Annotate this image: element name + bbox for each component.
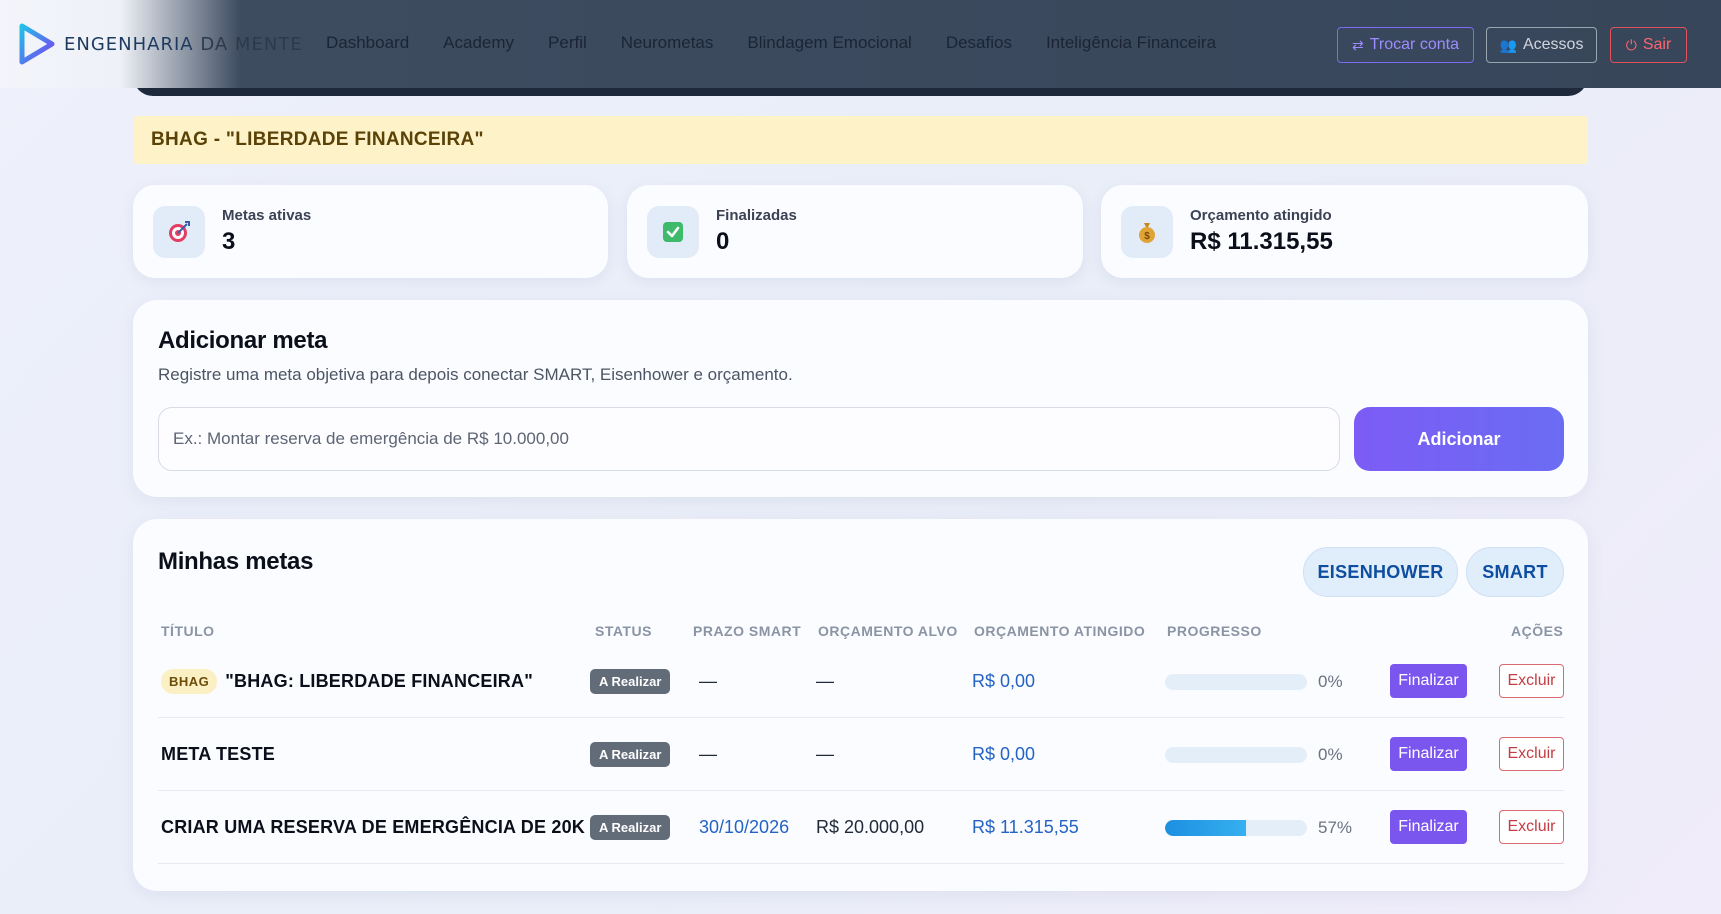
logout-label: Sair <box>1642 36 1672 53</box>
stat-label: Orçamento atingido <box>1190 207 1332 224</box>
users-icon: 👥 <box>1499 36 1517 53</box>
stat-card-budget-reached: $ Orçamento atingido R$ 11.315,55 <box>1101 185 1588 278</box>
column-header-actions: AÇÕES <box>1511 623 1564 639</box>
progress-bar <box>1165 746 1307 763</box>
stat-value: 0 <box>716 228 730 255</box>
add-goal-button[interactable]: Adicionar <box>1354 407 1564 471</box>
progress-bar <box>1165 819 1307 836</box>
reached-budget: R$ 11.315,55 <box>972 817 1079 837</box>
svg-text:$: $ <box>1144 231 1150 242</box>
brand-name: ENGENHARIA DA MENTE <box>64 33 303 55</box>
stat-label: Metas ativas <box>222 207 312 224</box>
money-bag-icon: $ <box>1121 205 1173 258</box>
smart-deadline: — <box>699 671 717 691</box>
progress-percent: 0% <box>1318 744 1343 764</box>
goal-title-cell: BHAG "BHAG: LIBERDADE FINANCEIRA" <box>161 645 533 718</box>
progress-percent: 57% <box>1318 817 1353 837</box>
status-cell: A Realizar <box>590 791 671 864</box>
brand[interactable]: ENGENHARIA DA MENTE <box>16 22 303 66</box>
finalize-button[interactable]: Finalizar <box>1390 664 1467 698</box>
add-goal-card: Adicionar meta Registre uma meta objetiv… <box>133 300 1588 497</box>
nav-neurometas[interactable]: Neurometas <box>621 33 714 53</box>
smart-deadline[interactable]: 30/10/2026 <box>699 791 789 864</box>
swap-icon: ⇄ <box>1352 36 1364 53</box>
add-goal-subtitle: Registre uma meta objetiva para depois c… <box>158 365 793 384</box>
nav-links: Dashboard Academy Perfil Neurometas Blin… <box>326 33 1250 53</box>
column-header-status: STATUS <box>595 623 652 639</box>
status-badge: A Realizar <box>590 815 671 840</box>
stat-label: Finalizadas <box>716 207 797 224</box>
goal-input[interactable] <box>158 407 1340 471</box>
goals-list-card: Minhas metas EISENHOWER SMART TÍTULO STA… <box>133 519 1588 891</box>
target-budget: — <box>816 671 834 691</box>
access-button[interactable]: 👥 Acessos <box>1486 27 1597 63</box>
table-row: BHAG "BHAG: LIBERDADE FINANCEIRA" A Real… <box>158 645 1564 718</box>
nav-inteligencia-financeira[interactable]: Inteligência Financeira <box>1046 33 1216 53</box>
reached-budget: R$ 0,00 <box>972 671 1036 691</box>
bhag-tag: BHAG <box>161 669 218 694</box>
bhag-banner: BHAG - "LIBERDADE FINANCEIRA" <box>133 116 1588 164</box>
target-budget: — <box>816 744 834 764</box>
goal-title: META TESTE <box>161 744 275 764</box>
smart-deadline: — <box>699 744 717 764</box>
stat-value: R$ 11.315,55 <box>1190 228 1333 255</box>
progress-cell: 0% <box>1165 718 1343 791</box>
goal-title-cell: META TESTE <box>161 718 275 791</box>
table-row: CRIAR UMA RESERVA DE EMERGÊNCIA DE 20K A… <box>158 791 1564 864</box>
progress-cell: 57% <box>1165 791 1352 864</box>
column-header-target-budget: ORÇAMENTO ALVO <box>818 623 958 639</box>
goal-title: "BHAG: LIBERDADE FINANCEIRA" <box>225 671 533 691</box>
status-cell: A Realizar <box>590 645 671 718</box>
nav-academy[interactable]: Academy <box>443 33 514 53</box>
finalize-button[interactable]: Finalizar <box>1390 737 1467 771</box>
eisenhower-button[interactable]: EISENHOWER <box>1303 547 1458 597</box>
progress-bar <box>1165 673 1307 690</box>
stat-card-active-goals: Metas ativas 3 <box>133 185 608 278</box>
status-badge: A Realizar <box>590 669 671 694</box>
stat-card-finished: Finalizadas 0 <box>627 185 1083 278</box>
logout-button[interactable]: ⏻ Sair <box>1610 27 1687 63</box>
column-header-reached-budget: ORÇAMENTO ATINGIDO <box>974 623 1146 639</box>
progress-cell: 0% <box>1165 645 1343 718</box>
delete-button[interactable]: Excluir <box>1499 737 1564 771</box>
switch-account-button[interactable]: ⇄ Trocar conta <box>1337 27 1474 63</box>
add-goal-title: Adicionar meta <box>158 327 328 354</box>
play-logo-icon <box>19 23 55 65</box>
nav-dashboard[interactable]: Dashboard <box>326 33 409 53</box>
top-navbar: ENGENHARIA DA MENTE Dashboard Academy Pe… <box>0 0 1721 88</box>
column-header-title: TÍTULO <box>161 623 215 639</box>
access-label: Acessos <box>1522 36 1584 53</box>
progress-percent: 0% <box>1318 671 1343 691</box>
status-badge: A Realizar <box>590 742 671 767</box>
nav-desafios[interactable]: Desafios <box>946 33 1012 53</box>
goals-list-title: Minhas metas <box>158 548 314 575</box>
table-row: META TESTE A Realizar — — R$ 0,00 0% Fin… <box>158 718 1564 791</box>
goal-title: CRIAR UMA RESERVA DE EMERGÊNCIA DE 20K <box>161 817 585 837</box>
nav-perfil[interactable]: Perfil <box>548 33 587 53</box>
column-header-smart-deadline: PRAZO SMART <box>693 623 802 639</box>
finalize-button[interactable]: Finalizar <box>1390 810 1467 844</box>
target-budget: R$ 20.000,00 <box>816 817 925 837</box>
target-icon <box>153 205 205 258</box>
power-icon: ⏻ <box>1625 36 1637 53</box>
switch-account-label: Trocar conta <box>1369 36 1459 53</box>
stat-value: 3 <box>222 228 236 255</box>
smart-button[interactable]: SMART <box>1466 547 1564 597</box>
reached-budget: R$ 0,00 <box>972 744 1036 764</box>
progress-fill <box>1165 819 1246 836</box>
checkbox-icon <box>647 205 699 258</box>
nav-blindagem-emocional[interactable]: Blindagem Emocional <box>747 33 911 53</box>
goal-title-cell: CRIAR UMA RESERVA DE EMERGÊNCIA DE 20K <box>161 791 585 864</box>
delete-button[interactable]: Excluir <box>1499 664 1564 698</box>
column-header-progress: PROGRESSO <box>1167 623 1262 639</box>
status-cell: A Realizar <box>590 718 671 791</box>
delete-button[interactable]: Excluir <box>1499 810 1564 844</box>
